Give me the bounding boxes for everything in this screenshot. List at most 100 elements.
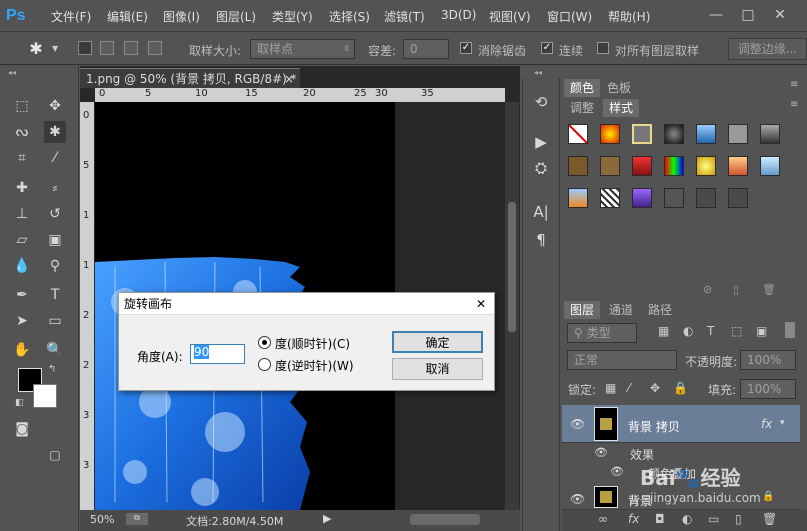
style-swatch[interactable] <box>760 156 780 176</box>
tab-layers[interactable]: 图层 <box>564 301 601 319</box>
style-swatch[interactable] <box>696 188 716 208</box>
refine-edge-button[interactable]: 调整边缘... <box>728 38 807 60</box>
new-selection-icon[interactable] <box>78 41 92 55</box>
lock-paint-icon[interactable]: ⁄ <box>628 381 630 395</box>
filter-smart-object-icon[interactable]: ▣ <box>756 324 767 338</box>
lasso-tool-icon[interactable]: ᔓ <box>11 121 33 143</box>
cancel-button[interactable]: 取消 <box>392 358 483 380</box>
lock-position-icon[interactable]: ✥ <box>650 381 660 395</box>
horizontal-scroll-thumb[interactable] <box>410 514 480 525</box>
tab-styles[interactable]: 样式 <box>603 99 640 117</box>
panel-menu-icon[interactable]: ≡ <box>790 99 798 110</box>
effect-eye-icon[interactable]: 👁 <box>610 465 624 478</box>
layer-filter-select[interactable]: ⚲ 类型 <box>567 323 637 343</box>
intersect-selection-icon[interactable] <box>148 41 162 55</box>
tab-swatches[interactable]: 色板 <box>601 79 637 97</box>
style-swatch[interactable] <box>728 156 748 176</box>
style-swatch[interactable] <box>600 124 620 144</box>
delete-layer-icon[interactable]: 🗑 <box>762 512 777 526</box>
menu-help[interactable]: 帮助(H) <box>608 8 650 25</box>
zoom-tool-icon[interactable]: 🔍 <box>44 339 66 361</box>
close-tab-icon[interactable]: × <box>284 69 294 89</box>
panel-menu-icon[interactable]: ≡ <box>790 79 798 90</box>
collapse-tools-icon[interactable]: ◂◂ <box>8 68 16 77</box>
layer-name[interactable]: 背景 拷贝 <box>628 418 680 435</box>
magic-wand-icon[interactable]: ✱ <box>25 39 47 59</box>
brush-tool-icon[interactable]: ⸗ <box>44 177 66 199</box>
style-swatch[interactable] <box>632 156 652 176</box>
clone-stamp-icon[interactable]: ⊥ <box>11 203 33 225</box>
add-style-icon[interactable]: fx <box>628 512 639 526</box>
maximize-button[interactable]: □ <box>738 6 758 24</box>
menu-filter[interactable]: 滤镜(T) <box>384 8 425 25</box>
character-panel-icon[interactable]: A| <box>530 201 552 223</box>
blend-mode-select[interactable]: 正常 <box>567 350 677 370</box>
antialias-checkbox[interactable]: ✓ <box>460 42 472 54</box>
collapse-dock-icon[interactable]: ◂◂ <box>534 68 542 77</box>
menu-type[interactable]: 类型(Y) <box>272 8 313 25</box>
dodge-tool-icon[interactable]: ⚲ <box>44 255 66 277</box>
style-swatch[interactable] <box>632 188 652 208</box>
dialog-close-button[interactable]: ✕ <box>472 295 490 313</box>
tab-paths[interactable]: 路径 <box>642 301 678 319</box>
vertical-scrollbar[interactable] <box>505 102 519 510</box>
menu-3d[interactable]: 3D(D) <box>441 8 476 22</box>
style-none-swatch[interactable] <box>568 124 588 144</box>
pen-tool-icon[interactable]: ✒ <box>11 284 33 306</box>
type-tool-icon[interactable]: T <box>44 284 66 306</box>
tab-channels[interactable]: 通道 <box>603 301 639 319</box>
new-adjustment-icon[interactable]: ◐ <box>682 512 692 526</box>
healing-brush-icon[interactable]: ✚ <box>11 177 33 199</box>
link-layers-icon[interactable]: ∞ <box>598 512 608 526</box>
tool-preset-chevron-icon[interactable]: ▼ <box>52 44 58 53</box>
actions-panel-icon[interactable]: ▶ <box>530 131 552 153</box>
menu-layer[interactable]: 图层(L) <box>216 8 256 25</box>
subtract-selection-icon[interactable] <box>124 41 138 55</box>
effects-eye-icon[interactable]: 👁 <box>594 446 608 459</box>
crop-tool-icon[interactable]: ⌗ <box>11 147 33 169</box>
lock-transparency-icon[interactable]: ▦ <box>605 381 616 395</box>
ccw-radio[interactable] <box>258 358 271 371</box>
style-swatch[interactable] <box>664 156 684 176</box>
contiguous-checkbox[interactable]: ✓ <box>541 42 553 54</box>
delete-style-icon[interactable]: 🗑 <box>762 283 776 296</box>
filter-type-icon[interactable]: T <box>707 324 714 338</box>
menu-window[interactable]: 窗口(W) <box>547 8 592 25</box>
fill-input[interactable]: 100% <box>740 379 796 399</box>
fx-badge[interactable]: fx <box>761 417 772 431</box>
tab-adjustments[interactable]: 调整 <box>564 99 600 117</box>
opacity-input[interactable]: 100% <box>740 350 796 370</box>
minimize-button[interactable]: — <box>706 6 726 24</box>
style-swatch[interactable] <box>696 124 716 144</box>
style-swatch[interactable] <box>760 124 780 144</box>
layer-name[interactable]: 背景 <box>628 492 652 509</box>
scroll-thumb[interactable] <box>508 202 516 332</box>
style-swatch[interactable] <box>600 156 620 176</box>
history-panel-icon[interactable]: ⟲ <box>530 91 552 113</box>
zoom-level[interactable]: 50% <box>90 513 114 526</box>
quick-mask-icon[interactable]: ◙ <box>11 418 33 440</box>
style-swatch[interactable] <box>696 156 716 176</box>
style-swatch[interactable] <box>664 124 684 144</box>
tab-color[interactable]: 颜色 <box>564 79 601 97</box>
path-selection-icon[interactable]: ➤ <box>11 310 33 332</box>
eyedropper-tool-icon[interactable]: ⁄ <box>44 147 66 169</box>
properties-panel-icon[interactable]: ⛭ <box>530 157 552 179</box>
style-swatch[interactable] <box>600 188 620 208</box>
style-swatch-selected[interactable] <box>632 124 652 144</box>
add-mask-icon[interactable]: ◘ <box>655 512 665 526</box>
style-swatch[interactable] <box>568 188 588 208</box>
all-layers-checkbox[interactable] <box>597 42 609 54</box>
marquee-tool-icon[interactable]: ⬚ <box>11 95 33 117</box>
sample-size-select[interactable]: 取样点 ⇕ <box>250 39 355 59</box>
menu-select[interactable]: 选择(S) <box>329 8 370 25</box>
visibility-eye-icon[interactable]: 👁 <box>570 492 585 506</box>
angle-input[interactable]: 90 <box>190 344 245 364</box>
cw-radio[interactable] <box>258 336 271 349</box>
new-group-icon[interactable]: ▭ <box>708 512 719 526</box>
filter-toggle[interactable] <box>785 322 795 338</box>
menu-edit[interactable]: 编辑(E) <box>107 8 148 25</box>
menu-view[interactable]: 视图(V) <box>489 8 531 25</box>
paragraph-panel-icon[interactable]: ¶ <box>530 229 552 251</box>
gradient-tool-icon[interactable]: ▣ <box>44 229 66 251</box>
